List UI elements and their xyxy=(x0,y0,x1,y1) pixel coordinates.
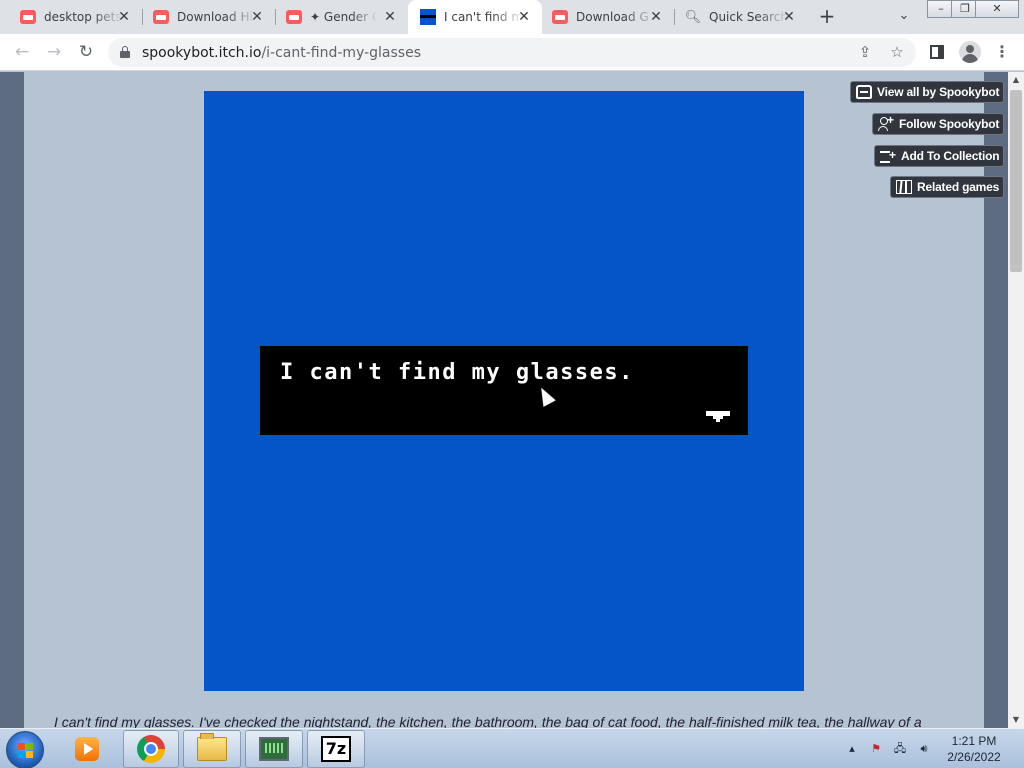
monitor-app-icon[interactable] xyxy=(245,730,303,768)
tab-title: Quick Search xyxy=(709,10,788,24)
action-center-icon[interactable]: ⚑ xyxy=(867,740,885,758)
view-all-button[interactable]: View all by Spookybot xyxy=(850,81,1005,103)
close-icon[interactable]: ✕ xyxy=(249,9,265,25)
close-window-button[interactable]: ✕ xyxy=(975,0,1019,18)
map-icon xyxy=(896,180,912,194)
sparkle-icon: ✦ xyxy=(310,10,321,24)
bookmark-star-icon[interactable]: ☆ xyxy=(887,42,907,62)
tab-strip: desktop pets ✕ Download Hi ✕ ✦ Gender Cl… xyxy=(0,0,1024,34)
close-icon[interactable]: ✕ xyxy=(648,9,664,25)
add-user-icon xyxy=(878,113,894,131)
address-bar[interactable]: spookybot.itch.io/i-cant-find-my-glasses… xyxy=(108,38,916,67)
tab-quick-search[interactable]: 🔍︎ Quick Search ✕ xyxy=(665,0,807,34)
itch-icon xyxy=(552,9,568,25)
scroll-down-icon[interactable]: ▼ xyxy=(1008,712,1024,728)
system-tray: ▴ ⚑ 🖧︎ 🔊︎ xyxy=(843,735,939,763)
chrome-icon[interactable] xyxy=(123,730,179,768)
tab-desktop-pets[interactable]: desktop pets ✕ xyxy=(0,0,142,34)
profile-avatar-icon[interactable] xyxy=(959,41,981,63)
follow-button[interactable]: Follow Spookybot xyxy=(872,113,1005,135)
add-to-collection-button[interactable]: Add To Collection xyxy=(874,145,1005,167)
forward-button[interactable]: → xyxy=(42,40,66,64)
tab-title: ✦ Gender Cl xyxy=(310,10,378,24)
search-icon: 🔍︎ xyxy=(684,9,702,25)
related-label: Related games xyxy=(917,180,1000,194)
new-tab-button[interactable]: + xyxy=(815,5,839,29)
page-viewport: I can't find my glasses. View all by Spo… xyxy=(0,72,1008,728)
tab-i-cant-find-my-glasses[interactable]: I can't find my ✕ xyxy=(408,0,542,34)
clock-time: 1:21 PM xyxy=(951,734,997,748)
scroll-thumb[interactable] xyxy=(1010,90,1022,272)
windows-logo-icon xyxy=(18,743,34,759)
tab-title: Download Hi xyxy=(177,10,253,24)
clock-date: 2/26/2022 xyxy=(947,750,1001,764)
media-player-icon[interactable] xyxy=(68,730,106,768)
tab-title: desktop pets xyxy=(44,10,122,24)
clock[interactable]: 1:21 PM 2/26/2022 xyxy=(936,733,1012,765)
chevron-down-icon[interactable]: ⌄ xyxy=(895,8,913,26)
itch-icon xyxy=(286,9,302,25)
related-games-button[interactable]: Related games xyxy=(890,176,1005,198)
dialog-text: I can't find my glasses. xyxy=(280,360,634,385)
url-path: /i-cant-find-my-glasses xyxy=(261,45,422,61)
reload-button[interactable]: ↻ xyxy=(74,40,98,64)
tab-title: I can't find my xyxy=(444,10,524,24)
itch-icon xyxy=(20,9,36,25)
tab-title-text: Gender Cl xyxy=(323,10,378,24)
add-list-icon xyxy=(880,148,896,163)
more-menu-icon[interactable]: ⋮ xyxy=(991,41,1013,63)
show-hidden-icons-icon[interactable]: ▴ xyxy=(843,740,861,758)
url-domain: spookybot.itch.io xyxy=(142,45,262,61)
share-icon[interactable]: ⇪ xyxy=(855,42,875,62)
blue-square-icon xyxy=(420,9,436,25)
start-button[interactable] xyxy=(6,731,44,768)
lock-icon[interactable] xyxy=(120,46,130,58)
itch-icon xyxy=(153,9,169,25)
7zip-icon[interactable]: 7z xyxy=(307,730,365,768)
scroll-up-icon[interactable]: ▲ xyxy=(1008,72,1024,88)
continue-arrow-icon xyxy=(706,411,730,423)
file-explorer-icon[interactable] xyxy=(183,730,241,768)
close-icon[interactable]: ✕ xyxy=(382,9,398,25)
page-side-border xyxy=(984,72,1008,728)
back-button[interactable]: ← xyxy=(10,40,34,64)
add-collection-label: Add To Collection xyxy=(901,149,1000,163)
volume-icon[interactable]: 🔊︎ xyxy=(915,740,933,758)
tab-download-g[interactable]: Download G ✕ xyxy=(532,0,674,34)
tab-gender[interactable]: ✦ Gender Cl ✕ xyxy=(266,0,408,34)
browser-toolbar: ← → ↻ spookybot.itch.io/i-cant-find-my-g… xyxy=(0,34,1024,71)
close-icon[interactable]: ✕ xyxy=(516,9,532,25)
view-all-label: View all by Spookybot xyxy=(877,85,1000,99)
url-text[interactable]: spookybot.itch.io/i-cant-find-my-glasses xyxy=(142,45,421,61)
close-icon[interactable]: ✕ xyxy=(781,9,797,25)
page-side-border xyxy=(0,72,24,728)
taskbar: 7z ▴ ⚑ 🖧︎ 🔊︎ 1:21 PM 2/26/2022 xyxy=(0,728,1024,768)
network-icon[interactable]: 🖧︎ xyxy=(891,740,909,758)
game-frame[interactable]: I can't find my glasses. xyxy=(204,91,804,691)
tab-title: Download G xyxy=(576,10,649,24)
side-panel-icon[interactable] xyxy=(930,45,944,59)
follow-label: Follow Spookybot xyxy=(899,117,1000,131)
itch-icon xyxy=(856,85,872,99)
tab-download-hi[interactable]: Download Hi ✕ xyxy=(133,0,275,34)
dialog-box[interactable]: I can't find my glasses. xyxy=(260,346,748,435)
game-description: I can't find my glasses. I've checked th… xyxy=(54,714,922,728)
page-scrollbar[interactable]: ▲ ▼ xyxy=(1008,72,1024,728)
close-icon[interactable]: ✕ xyxy=(116,9,132,25)
